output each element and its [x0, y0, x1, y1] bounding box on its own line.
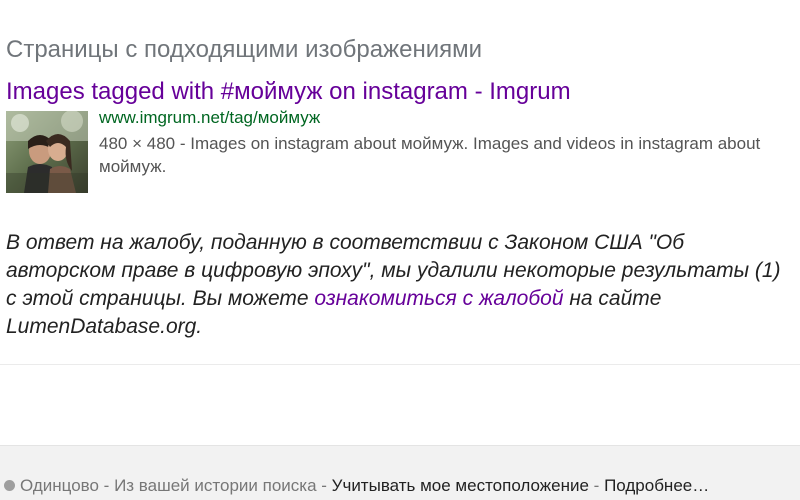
search-results-page: Страницы с подходящими изображениями Ima…	[0, 0, 800, 500]
result-dimensions: 480 × 480	[99, 134, 176, 153]
thumbnail-image	[6, 111, 88, 193]
footer-separator: -	[98, 476, 115, 495]
result-thumbnail[interactable]	[6, 111, 88, 193]
footer-location-line: Одинцово - Из вашей истории поиска - Учи…	[4, 476, 709, 496]
result-title-link[interactable]: Images tagged with #моймуж on instagram …	[6, 78, 571, 106]
dmca-notice: В ответ на жалобу, поданную в соответств…	[6, 229, 796, 341]
footer-location: Одинцово	[20, 476, 99, 495]
result-snippet-block: 480 × 480 - Images on instagram about мо…	[99, 132, 789, 178]
more-link[interactable]: Подробнее…	[604, 476, 709, 495]
result-url[interactable]: www.imgrum.net/tag/моймуж	[99, 108, 320, 128]
dmca-complaint-link[interactable]: ознакомиться с жалобой	[314, 287, 563, 310]
footer-location-source: Из вашей истории поиска	[114, 476, 317, 495]
result-separator: -	[175, 134, 191, 153]
result-snippet-text: Images on instagram about моймуж. Images…	[99, 134, 761, 176]
footer-separator: -	[316, 476, 332, 495]
footer-separator: -	[588, 476, 605, 495]
footer: Одинцово - Из вашей истории поиска - Учи…	[0, 445, 800, 500]
location-dot-icon	[4, 480, 15, 491]
divider	[0, 364, 800, 365]
use-location-link[interactable]: Учитывать мое местоположение	[332, 476, 589, 495]
section-heading: Страницы с подходящими изображениями	[6, 36, 483, 63]
